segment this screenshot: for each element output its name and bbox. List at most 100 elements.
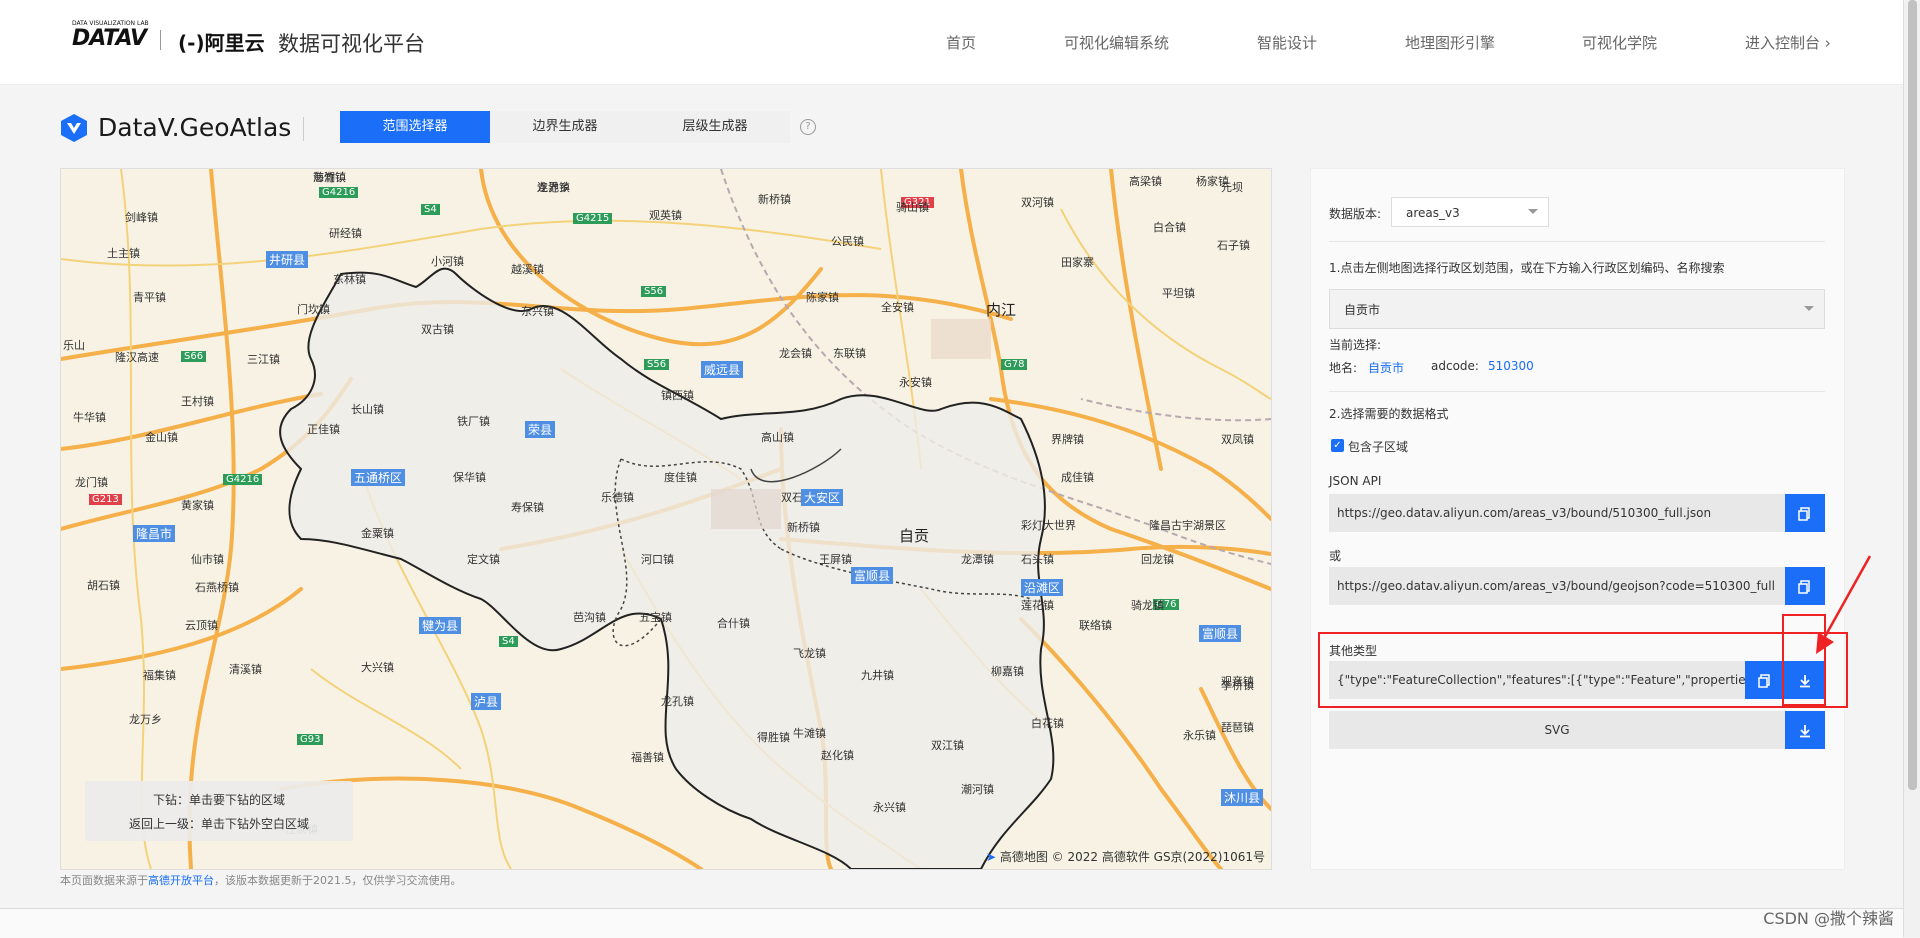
map-place-label: 联络镇 [1079,619,1112,632]
map-credit-text: 高德地图 © 2022 高德软件 GS京(2022)1061号 [999,850,1265,864]
map-place-label: 东林镇 [333,273,366,286]
scrollbar-thumb[interactable] [1908,0,1917,790]
map-place-label: 五宝镇 [639,611,672,624]
map-place-label: 五通桥区 [351,469,406,486]
map-place-label: 井研县 [266,251,309,268]
download-svg-button[interactable] [1785,711,1825,749]
geojson-url[interactable]: https://geo.datav.aliyun.com/areas_v3/bo… [1329,567,1785,605]
copy-json-api-button[interactable] [1785,494,1825,532]
map-canvas[interactable]: G4216 S4 G4215 G321 S66 S56 G78 S56 G421… [60,168,1272,870]
map-place-label: 石燕桥镇 [195,581,239,594]
map-place-label: 龙会镇 [779,347,812,360]
map-place-label: 金粟镇 [361,527,394,540]
map-place-label: 龙池乡 [537,181,570,194]
page-scrollbar[interactable] [1903,0,1920,937]
map-place-label: 隆昌古宇湖景区 [1149,519,1226,532]
json-api-url[interactable]: https://geo.datav.aliyun.com/areas_v3/bo… [1329,494,1785,532]
datav-logo[interactable]: DATA VISUALIZATION LAB DATAV [72,20,149,51]
options-panel: 数据版本: areas_v3 1.点击左侧地图选择行政区划范围，或在下方输入行政… [1310,168,1845,870]
map-place-label: 黄家镇 [181,499,214,512]
map-place-label: 犍为县 [419,617,462,634]
datav-logo-text: DATAV [72,26,147,51]
nav-academy[interactable]: 可视化学院 [1582,32,1657,53]
include-sub-label: 包含子区域 [1348,440,1409,454]
include-sub-checkbox[interactable]: ✓ [1331,439,1344,452]
region-select[interactable]: 自贡市 [1329,289,1825,329]
tab-boundary-generator[interactable]: 边界生成器 [490,111,640,143]
road-badge: G4215 [573,213,613,224]
map-place-label: 沐川县 [1221,789,1264,806]
nav-visual-editor[interactable]: 可视化编辑系统 [1064,32,1169,53]
map-place-label: 合什镇 [717,617,750,630]
name-label: 地名: [1329,361,1358,375]
map-place-label: 仙市镇 [191,553,224,566]
nav-home[interactable]: 首页 [946,32,976,53]
divider [1329,391,1825,392]
road-badge: G4216 [319,187,359,198]
map-place-label: 胡石镇 [87,579,120,592]
nav-smart-design[interactable]: 智能设计 [1257,32,1317,53]
map-place-label: 东兴镇 [521,305,554,318]
map-place-label: 龙万乡 [129,713,162,726]
map-place-label: 长山镇 [351,403,384,416]
current-selection-label: 当前选择: [1329,338,1382,352]
map-place-label: 东联镇 [833,347,866,360]
map-place-label: 双江镇 [931,739,964,752]
amap-open-platform-link[interactable]: 高德开放平台 [148,874,214,887]
map-place-label: 界牌镇 [1051,433,1084,446]
map-place-label: 度佳镇 [664,471,697,484]
map-place-label: 永安镇 [899,376,932,389]
nav-geo-engine[interactable]: 地理图形引擎 [1405,32,1495,53]
map-place-label: 清溪镇 [229,663,262,676]
map-place-label: 保华镇 [453,471,486,484]
csdn-watermark: CSDN @撒个辣酱 [1763,909,1894,928]
map-place-label: 海潮镇 [313,171,346,184]
name-value[interactable]: 自贡市 [1368,359,1404,376]
json-api-label: JSON API [1329,474,1382,488]
map-place-label: 白花镇 [1031,717,1064,730]
tab-range-selector[interactable]: 范围选择器 [340,111,490,143]
tab-level-generator[interactable]: 层级生成器 [640,111,790,143]
map-place-label: 牛华镇 [73,411,106,424]
map-place-label: 公民镇 [831,235,864,248]
map-place-label: 新桥镇 [787,521,820,534]
annotation-arrow-icon [1816,555,1872,654]
map-place-label: 观英镇 [649,209,682,222]
aliyun-logo[interactable]: (-)阿里云 [178,27,265,56]
map-credit: ➤ 高德地图 © 2022 高德软件 GS京(2022)1061号 [986,848,1265,865]
map-place-label: 双凤镇 [1221,433,1254,446]
map-place-label: 乐德镇 [601,491,634,504]
map-place-label: 镇西镇 [661,389,694,402]
or-label: 或 [1329,549,1342,563]
map-place-label: 回龙镇 [1141,553,1174,566]
road-badge: G4216 [223,474,263,485]
help-icon[interactable]: ? [800,119,816,135]
region-select-value: 自贡市 [1344,303,1381,317]
map-place-label: 琵琶镇 [1221,721,1254,734]
map-place-label: 大安区 [801,489,844,506]
map-place-label: 王屏镇 [819,553,852,566]
road-badge: S4 [421,204,440,215]
map-place-label: 泸县 [471,693,502,710]
platform-title: 数据可视化平台 [278,32,425,56]
map-place-label: 大兴镇 [361,661,394,674]
geoatlas-logo-icon [61,114,87,142]
map-place-label: 定文镇 [467,553,500,566]
map-place-label: 骑山镇 [896,201,929,214]
data-version-value: areas_v3 [1406,206,1460,220]
map-place-label: 隆昌市 [133,525,176,542]
adcode-value[interactable]: 510300 [1488,359,1534,373]
nav-console[interactable]: 进入控制台 › [1745,32,1831,53]
road-badge: S56 [641,286,667,297]
map-place-label: 陈家镇 [806,291,839,304]
map-place-label: 永兴镇 [873,801,906,814]
map-place-label: 越溪镇 [511,263,544,276]
tool-tabs: 范围选择器 边界生成器 层级生成器 [340,111,790,143]
logo-divider [160,30,161,50]
hint-drill-up: 返回上一级：单击下钻外空白区域 [128,817,309,831]
map-place-label: 新桥镇 [758,193,791,206]
data-version-select[interactable]: areas_v3 [1391,197,1549,227]
map-place-label: 威远县 [701,361,744,378]
road-badge: S4 [499,636,518,647]
map-place-label: 牛滩镇 [793,727,826,740]
